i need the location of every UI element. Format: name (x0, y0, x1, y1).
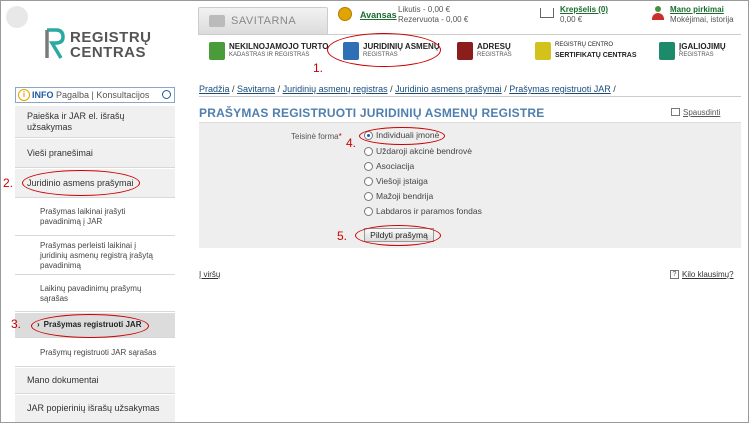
crumb-savitarna[interactable]: Savitarna (237, 84, 275, 94)
savitarna-tab[interactable]: SAVITARNA (198, 7, 328, 35)
registry-adresu-icon (457, 42, 473, 60)
registry-tab-adresu[interactable]: ADRESŲ REGISTRAS (457, 40, 517, 64)
balance-info: Likutis - 0,00 € Rezervuota - 0,00 € (398, 5, 468, 25)
radio-off-icon[interactable] (364, 146, 373, 156)
mano-pirkimai-link: Mano pirkimai (670, 5, 724, 14)
annotation-oval-5 (355, 225, 441, 246)
konsultacijos-link[interactable]: Konsultacijos (96, 90, 149, 100)
coins-icon (338, 7, 352, 21)
sidebar-item-laikinu-sarasas[interactable]: Laikinų pavadinimų prašymų sąrašas (15, 276, 175, 312)
sidebar-item-laikinai[interactable]: Prašymas laikinai įrašyti pavadinimą į J… (15, 199, 175, 236)
header-divider (198, 34, 741, 35)
radio-off-icon[interactable] (364, 161, 373, 171)
radio-mazoji[interactable]: Mažoji bendrija (364, 191, 433, 201)
radio-labdaros[interactable]: Labdaros ir paramos fondas (364, 206, 482, 216)
annotation-4: 4. (346, 136, 357, 150)
annotation-2: 2. (3, 176, 14, 190)
annotation-oval-4 (359, 127, 445, 145)
registry-tab-igaliojimu[interactable]: ĮGALIOJIMŲ REGISTRAS (659, 40, 739, 64)
sidebar-item-paieska[interactable]: Paieška ir JAR el. išrašų užsakymas (15, 106, 175, 138)
sidebar-item-popieriniai[interactable]: JAR popierinių išrašų užsakymas (15, 395, 175, 422)
search-icon[interactable] (162, 90, 171, 99)
likutis-text: Likutis - 0,00 € (398, 5, 451, 14)
question-icon[interactable]: ? (670, 270, 679, 279)
rezervuota-text: Rezervuota - 0,00 € (398, 15, 469, 24)
crumb-ja-prasymai[interactable]: Juridinio asmens prašymai (395, 84, 502, 94)
registry-tab-sertifikatu[interactable]: REGISTRŲ CENTRO SERTIFIKATŲ CENTRAS (535, 40, 645, 64)
sidebar-item-registruoti-sarasas[interactable]: Prašymų registruoti JAR sąrašas (15, 339, 175, 367)
to-top-link[interactable]: Į viršų (199, 270, 220, 279)
info-icon: i (18, 89, 30, 101)
legal-form-text: Teisinė forma (291, 132, 339, 141)
crumb-pradzia[interactable]: Pradžia (199, 84, 230, 94)
radio-off-icon[interactable] (364, 176, 373, 186)
annotation-3: 3. (11, 317, 22, 331)
registru-centras-logo[interactable]: REGISTRŲ CENTRAS (44, 28, 151, 62)
radio-off-icon[interactable] (364, 191, 373, 201)
registry-tab-nt[interactable]: NEKILNOJAMOJO TURTO KADASTRAS IR REGISTR… (209, 40, 329, 64)
registry-nt-icon (209, 42, 225, 60)
sidebar-item-mano-dokumentai[interactable]: Mano dokumentai (15, 368, 175, 394)
logo-line1: REGISTRŲ (70, 29, 152, 46)
annotation-oval-3 (31, 314, 149, 338)
my-purchases[interactable]: Mano pirkimai Mokėjimai, istorija (670, 5, 734, 25)
page-title: PRAŠYMAS REGISTRUOTI JURIDINIŲ ASMENŲ RE… (199, 106, 545, 120)
info-link[interactable]: INFO (32, 90, 54, 100)
user-icon (652, 6, 664, 20)
crumb-jar[interactable]: Juridinių asmenų registras (283, 84, 388, 94)
annotation-oval-1 (327, 33, 441, 67)
krepselis-sum: 0,00 € (560, 15, 583, 24)
breadcrumb-divider (199, 96, 741, 97)
form-panel (199, 122, 741, 248)
info-search-bar: i INFO Pagalba | Konsultacijos (15, 87, 175, 103)
crumb-registruoti[interactable]: Prašymas registruoti JAR (509, 84, 611, 94)
logo-line2: CENTRAS (70, 44, 147, 61)
registry-igaliojimu-icon (659, 42, 675, 60)
required-mark: * (338, 132, 342, 141)
questions-link[interactable]: Kilo klausimų? (682, 270, 734, 279)
globe-icon (6, 6, 28, 28)
logo-mark-icon (45, 28, 65, 59)
krepselis-link: Krepšelis (0) (560, 5, 609, 14)
annotation-1: 1. (313, 61, 324, 75)
sidebar-item-viesi[interactable]: Vieši pranešimai (15, 139, 175, 168)
cart-icon[interactable] (540, 8, 554, 18)
print-link[interactable]: Spausdinti (683, 108, 720, 117)
annotation-5: 5. (337, 229, 348, 243)
radio-off-icon[interactable] (364, 206, 373, 216)
radio-uab[interactable]: Uždaroji akcinė bendrovė (364, 146, 472, 156)
registry-sertifikatu-icon (535, 42, 551, 60)
mano-pirkimai-sub: Mokėjimai, istorija (670, 15, 734, 24)
breadcrumb: Pradžia / Savitarna / Juridinių asmenų r… (199, 84, 616, 94)
sidebar-item-perleisti[interactable]: Prašymas perleisti laikinai į juridinių … (15, 237, 175, 275)
savitarna-label: SAVITARNA (231, 15, 297, 27)
legal-form-label: Teisinė forma* (291, 132, 342, 141)
annotation-oval-2 (22, 170, 140, 196)
radio-viesoji[interactable]: Viešoji įstaiga (364, 176, 428, 186)
pagalba-link[interactable]: Pagalba (56, 90, 89, 100)
cart-info[interactable]: Krepšelis (0) 0,00 € (560, 5, 608, 25)
printer-icon[interactable] (671, 108, 680, 116)
avansas-link[interactable]: Avansas (360, 10, 397, 20)
savitarna-icon (209, 15, 225, 27)
radio-asociacija[interactable]: Asociacija (364, 161, 414, 171)
